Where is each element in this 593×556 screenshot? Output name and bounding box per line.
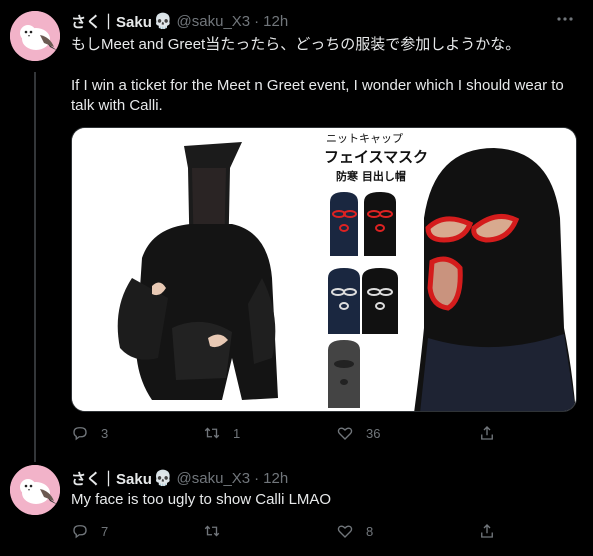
- like-button[interactable]: 36: [336, 424, 380, 442]
- more-icon[interactable]: [555, 9, 575, 29]
- tweet-header: さく｜Saku 💀 @saku_X3 · 12h: [71, 11, 288, 31]
- retweet-button[interactable]: [203, 522, 221, 540]
- timestamp[interactable]: 12h: [263, 470, 288, 487]
- photo-black-robe[interactable]: [72, 128, 324, 411]
- reply-count: 3: [101, 425, 109, 441]
- retweet-icon: [204, 525, 220, 537]
- retweet-button[interactable]: 1: [203, 424, 240, 442]
- reply-button[interactable]: 7: [71, 522, 108, 540]
- handle[interactable]: @saku_X3: [177, 13, 251, 30]
- black-robe-figure-image: [72, 128, 324, 411]
- heart-icon: [337, 525, 353, 538]
- photo-balaclava[interactable]: ニットキャップ フェイスマスク 防寒 目出し帽: [324, 128, 576, 411]
- display-name[interactable]: さく｜Saku: [71, 11, 152, 32]
- tweet-text: My face is too ugly to show Calli LMAO: [71, 491, 332, 508]
- tweet-actions: 7 8: [71, 522, 511, 542]
- timestamp[interactable]: 12h: [263, 13, 288, 30]
- skull-icon: 💀: [153, 470, 173, 487]
- share-icon: [481, 524, 493, 538]
- share-button[interactable]: [478, 424, 496, 442]
- media-caption-knit-cap: ニットキャップ: [326, 132, 403, 145]
- retweet-count: 1: [233, 425, 241, 441]
- media-caption-face-mask: フェイスマスク: [324, 148, 429, 166]
- retweet-icon: [204, 427, 220, 439]
- handle[interactable]: @saku_X3: [177, 470, 251, 487]
- tweet-media[interactable]: ニットキャップ フェイスマスク 防寒 目出し帽: [71, 127, 577, 412]
- like-count: 36: [366, 425, 381, 441]
- like-count: 8: [366, 523, 374, 539]
- reply-button[interactable]: 3: [71, 424, 108, 442]
- tweet[interactable]: さく｜Saku 💀 @saku_X3 · 12h もしMeet and Gree…: [0, 0, 593, 458]
- media-caption-cold-protection: 防寒 目出し帽: [336, 170, 406, 183]
- like-button[interactable]: 8: [336, 522, 373, 540]
- reply-count: 7: [101, 523, 109, 539]
- tweet-actions: 3 1 36: [71, 424, 511, 444]
- reply-icon: [73, 427, 87, 441]
- bird-avatar-icon: [10, 465, 60, 515]
- tweet-reply[interactable]: さく｜Saku 💀 @saku_X3 · 12h My face is too …: [0, 458, 593, 556]
- display-name[interactable]: さく｜Saku: [71, 468, 152, 489]
- skull-icon: 💀: [153, 13, 173, 30]
- avatar[interactable]: [10, 11, 60, 61]
- tweet-header: さく｜Saku 💀 @saku_X3 · 12h: [71, 468, 288, 488]
- tweet-text-japanese: もしMeet and Greet当たったら、どっちの服装で参加しようかな。: [71, 36, 521, 53]
- heart-icon: [337, 427, 353, 440]
- reply-icon: [73, 525, 87, 539]
- tweet-text-english: If I win a ticket for the Meet n Greet e…: [71, 77, 564, 114]
- avatar[interactable]: [10, 465, 60, 515]
- separator-dot: ·: [254, 469, 260, 487]
- share-button[interactable]: [478, 522, 496, 540]
- share-icon: [481, 426, 493, 440]
- separator-dot: ·: [254, 12, 260, 30]
- bird-avatar-icon: [10, 11, 60, 61]
